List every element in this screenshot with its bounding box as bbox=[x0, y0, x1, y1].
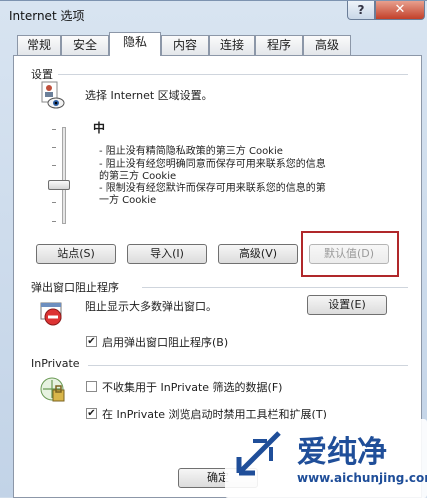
inprivate-separator bbox=[88, 365, 408, 366]
slider-tick bbox=[52, 202, 56, 203]
privacy-eye-icon bbox=[41, 81, 65, 109]
slider-tick bbox=[52, 221, 56, 222]
title-bar: Internet 选项 ? ✕ bbox=[0, 1, 427, 31]
tab-general[interactable]: 常规 bbox=[17, 35, 61, 55]
enable-popup-blocker-label[interactable]: 启用弹出窗口阻止程序(B) bbox=[102, 334, 228, 350]
slider-tick bbox=[52, 165, 56, 166]
tab-connections[interactable]: 连接 bbox=[209, 35, 255, 55]
highlight-box bbox=[301, 231, 399, 277]
settings-group-title: 设置 bbox=[31, 68, 53, 81]
inprivate-group-title: InPrivate bbox=[31, 357, 80, 370]
block-popup-icon bbox=[40, 302, 62, 326]
watermark-brand: 爱纯净 bbox=[297, 435, 387, 470]
slider-thumb[interactable] bbox=[48, 180, 70, 190]
close-button[interactable]: ✕ bbox=[375, 1, 425, 20]
slider-tick bbox=[52, 147, 56, 148]
help-button[interactable]: ? bbox=[347, 1, 375, 20]
desc-line-5: 一方 Cookie bbox=[99, 195, 157, 206]
sites-button[interactable]: 站点(S) bbox=[36, 244, 116, 264]
popup-separator bbox=[142, 287, 408, 288]
zone-settings-text: 选择 Internet 区域设置。 bbox=[85, 89, 213, 102]
inprivate-icon bbox=[40, 377, 65, 402]
tab-programs[interactable]: 程序 bbox=[255, 35, 303, 55]
watermark-logo-icon bbox=[236, 431, 281, 476]
enable-popup-blocker-checkbox[interactable]: ✔ bbox=[86, 336, 97, 347]
inprivate-filtering-label[interactable]: 不收集用于 InPrivate 筛选的数据(F) bbox=[102, 379, 282, 395]
privacy-level: 中 bbox=[93, 121, 106, 135]
tab-advanced[interactable]: 高级 bbox=[303, 35, 351, 55]
tab-security[interactable]: 安全 bbox=[61, 35, 109, 55]
tab-content[interactable]: 内容 bbox=[161, 35, 209, 55]
popup-block-text: 阻止显示大多数弹出窗口。 bbox=[85, 300, 217, 313]
watermark: 爱纯净 www.aichunjing.com bbox=[225, 419, 427, 498]
advanced-button[interactable]: 高级(V) bbox=[218, 244, 298, 264]
disable-toolbars-checkbox[interactable]: ✔ bbox=[86, 408, 97, 419]
slider-track[interactable] bbox=[62, 127, 66, 224]
tab-privacy[interactable]: 隐私 bbox=[109, 32, 161, 56]
popup-group-title: 弹出窗口阻止程序 bbox=[31, 281, 119, 294]
popup-settings-button[interactable]: 设置(E) bbox=[307, 295, 387, 315]
window-title: Internet 选项 bbox=[9, 9, 85, 23]
watermark-url: www.aichunjing.com bbox=[297, 471, 427, 485]
settings-separator bbox=[58, 74, 408, 75]
import-button[interactable]: 导入(I) bbox=[127, 244, 207, 264]
slider-tick bbox=[52, 129, 56, 130]
inprivate-filtering-checkbox[interactable] bbox=[86, 381, 97, 392]
dialog-window: Internet 选项 ? ✕ 常规 安全 隐私 内容 连接 程序 高级 设置 … bbox=[0, 0, 427, 498]
